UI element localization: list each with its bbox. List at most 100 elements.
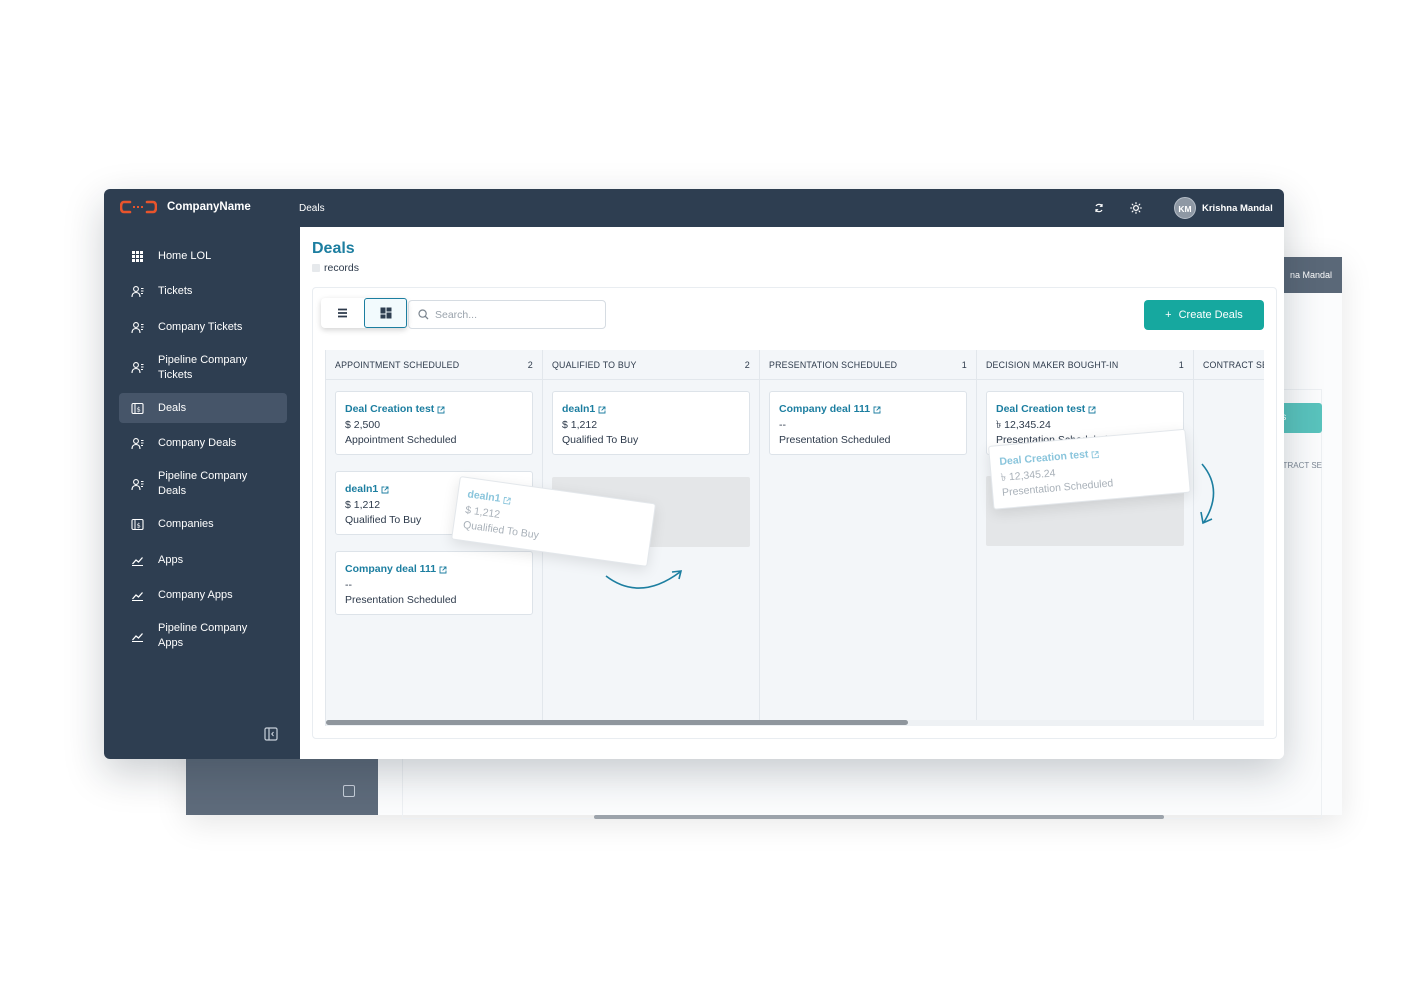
deal-stage: Presentation Scheduled xyxy=(345,594,457,606)
sidebar-item-label: Pipeline Company Apps xyxy=(158,622,248,649)
create-deals-button[interactable]: + Create Deals xyxy=(1144,300,1264,330)
sidebar-item-company-apps[interactable]: Company Apps xyxy=(119,581,287,611)
board-scroll-thumb[interactable] xyxy=(326,720,909,725)
column-header: DECISION MAKER BOUGHT-IN 1 xyxy=(977,350,1193,380)
sidebar-item-deals[interactable]: $ Deals xyxy=(119,393,287,423)
sidebar-item-pipeline-company-apps[interactable]: Pipeline Company Apps xyxy=(119,616,287,656)
chart-icon xyxy=(131,630,144,643)
board-column: DECISION MAKER BOUGHT-IN 1 Deal Creation t… xyxy=(977,350,1194,720)
sidebar-item-label: Deals xyxy=(158,401,187,414)
users-icon xyxy=(131,478,144,491)
deal-card[interactable]: Company deal 111 -- Presentation Scheduled xyxy=(335,551,533,615)
deal-amount: ৳ 12,345.24 xyxy=(996,418,1051,431)
deal-stage: Qualified To Buy xyxy=(562,434,639,446)
users-icon xyxy=(131,321,144,334)
refresh-icon[interactable] xyxy=(1093,202,1105,214)
board-view-button[interactable] xyxy=(364,298,407,328)
deal-card[interactable]: Deal Creation test $ 2,500 Appointment Sch… xyxy=(335,391,533,455)
board-column: CONTRACT SENT xyxy=(1194,350,1264,720)
sidebar-item-company-tickets[interactable]: Company Tickets xyxy=(119,312,287,342)
top-bar: CompanyName Deals KM Krishna Mandal xyxy=(104,189,1284,227)
column-title: APPOINTMENT SCHEDULED xyxy=(335,359,460,370)
sidebar-item-pipeline-company-deals[interactable]: Pipeline Company Deals xyxy=(119,464,287,504)
deal-stage: Appointment Scheduled xyxy=(345,434,457,446)
column-count: 1 xyxy=(1178,359,1184,370)
sun-icon[interactable] xyxy=(1130,202,1142,214)
brand-logo-icon xyxy=(120,200,157,214)
external-link-icon[interactable] xyxy=(873,406,881,414)
user-name: Krishna Mandal xyxy=(1202,202,1273,214)
deal-title[interactable]: Deal Creation test xyxy=(996,402,1174,418)
dollar-icon: $ xyxy=(131,402,144,415)
column-header: APPOINTMENT SCHEDULED 2 xyxy=(326,350,542,380)
external-link-icon[interactable] xyxy=(437,406,445,414)
sidebar-item-pipeline-company-tickets[interactable]: Pipeline Company Tickets xyxy=(119,348,287,388)
external-link-icon[interactable] xyxy=(1091,450,1100,459)
column-title: PRESENTATION SCHEDULED xyxy=(769,359,898,370)
sidebar-item-label: Pipeline Company Deals xyxy=(158,470,248,497)
deal-stage: Presentation Scheduled xyxy=(779,434,891,446)
list-icon xyxy=(338,308,347,318)
user-menu[interactable]: KM Krishna Mandal xyxy=(1174,197,1273,219)
chart-icon xyxy=(131,589,144,602)
deal-amount: -- xyxy=(779,418,786,431)
column-header: QUALIFIED TO BUY 2 xyxy=(543,350,759,380)
chart-icon xyxy=(131,554,144,567)
sidebar-item-label: Apps xyxy=(158,553,184,566)
sidebar-item-label: Company Tickets xyxy=(158,320,243,333)
users-icon xyxy=(131,437,144,450)
sidebar-item-home-lol[interactable]: Home LOL xyxy=(119,241,287,271)
deal-title-text: Deal Creation test xyxy=(996,403,1086,415)
search-input[interactable] xyxy=(435,308,595,321)
users-icon xyxy=(131,361,144,374)
sidebar-item-label: Company Deals xyxy=(158,437,237,449)
deal-card[interactable]: Company deal 111 -- Presentation Scheduled xyxy=(769,391,967,455)
dollar-icon: $ xyxy=(131,518,144,531)
deal-title[interactable]: dealn1 xyxy=(562,402,740,418)
brand-name: CompanyName xyxy=(167,201,251,213)
external-link-icon[interactable] xyxy=(1088,406,1096,414)
page-title: Deals xyxy=(312,240,355,257)
deal-title-text: Company deal 111 xyxy=(345,563,437,575)
column-header: PRESENTATION SCHEDULED 1 xyxy=(760,350,976,380)
sidebar-item-label: Pipeline Company Tickets xyxy=(158,353,248,381)
search-icon xyxy=(418,309,429,320)
avatar: KM xyxy=(1174,197,1196,219)
curved-arrow-icon xyxy=(1200,463,1215,525)
deal-title-text: dealn1 xyxy=(562,403,596,415)
board-column: PRESENTATION SCHEDULED 1 Company deal 111 -… xyxy=(760,350,977,720)
deal-title[interactable]: Deal Creation test xyxy=(345,402,523,418)
deal-title[interactable]: Company deal 111 xyxy=(779,402,957,418)
search-box[interactable] xyxy=(408,300,606,329)
external-link-icon[interactable] xyxy=(598,406,606,414)
sidebar-item-tickets[interactable]: Tickets xyxy=(119,277,287,307)
plus-icon: + xyxy=(1165,309,1172,321)
grid-icon xyxy=(131,250,144,263)
sidebar-nav: Home LOL Tickets Company Tickets Pipeline C… xyxy=(119,241,287,662)
collapse-sidebar-icon[interactable] xyxy=(264,727,278,741)
column-count: 2 xyxy=(527,359,533,370)
brand[interactable]: CompanyName xyxy=(120,200,251,214)
deal-title-text: Deal Creation test xyxy=(345,403,435,415)
sidebar-item-apps[interactable]: Apps xyxy=(119,545,287,575)
create-deals-label: Create Deals xyxy=(1178,309,1243,321)
ghost-collapse-icon xyxy=(343,785,355,797)
view-toggle xyxy=(321,298,407,328)
external-link-icon[interactable] xyxy=(503,496,512,505)
column-header: CONTRACT SENT xyxy=(1194,350,1264,380)
column-count: 1 xyxy=(961,359,967,370)
sidebar-item-companies[interactable]: $ Companies xyxy=(119,510,287,540)
deal-title[interactable]: Company deal 111 xyxy=(345,562,523,578)
sidebar-item-company-deals[interactable]: Company Deals xyxy=(119,429,287,459)
list-view-button[interactable] xyxy=(321,298,364,328)
breadcrumb[interactable]: Deals xyxy=(299,203,325,214)
external-link-icon[interactable] xyxy=(439,566,447,574)
records-count: records xyxy=(312,262,359,274)
records-label: records xyxy=(324,262,360,274)
sidebar-item-label: Home LOL xyxy=(158,249,212,262)
deal-title-text: dealn1 xyxy=(345,483,379,495)
external-link-icon[interactable] xyxy=(381,486,389,494)
column-title: QUALIFIED TO BUY xyxy=(552,359,637,370)
deal-amount: $ 1,212 xyxy=(562,418,598,431)
deal-card[interactable]: dealn1 $ 1,212 Qualified To Buy xyxy=(552,391,750,455)
